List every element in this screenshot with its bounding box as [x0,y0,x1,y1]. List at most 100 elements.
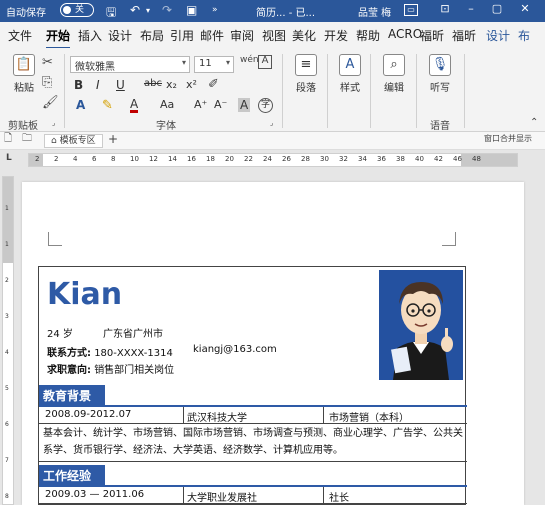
char-border-icon[interactable]: A [258,55,272,69]
format-painter-icon[interactable]: 🖌 [42,96,59,109]
tab-2[interactable]: 插入 [78,27,102,44]
phonetic-guide-icon[interactable]: wén [240,56,259,65]
styles-button[interactable]: A 样式 [330,54,370,94]
paste-button[interactable]: 📋 粘贴 [4,54,44,94]
char-shading-button[interactable]: A [238,98,251,112]
ruler-tick-label: 20 [225,155,234,163]
clear-format-icon[interactable]: ✐ [208,78,219,91]
tab-12[interactable]: ACRO [388,27,422,41]
tab-13[interactable]: 福昕 [420,27,444,44]
maximize-icon[interactable]: ▢ [488,2,506,18]
microphone-icon: 🎙 [429,54,451,76]
font-color-button[interactable]: A [130,98,139,113]
ruler-tick-label: 22 [244,155,253,163]
redo-icon[interactable]: ↷ [162,3,172,17]
tab-8[interactable]: 视图 [262,27,286,44]
text-effects-button[interactable]: A [76,98,85,112]
bold-button[interactable]: B [74,78,83,92]
undo-dropdown-icon[interactable]: ▾ [146,6,150,15]
close-icon[interactable]: ✕ [516,2,534,18]
document-page[interactable]: Kian 24 岁 广东省广州市 联系方式: 180-XXXX-1314 kia… [22,182,524,505]
margin-corner-mark [48,232,62,246]
autosave-state: 关 [75,5,85,15]
vertical-ruler[interactable]: 1 1 2 3 4 5 6 7 8 [2,176,14,505]
tab-5[interactable]: 引用 [170,27,194,44]
tab-3[interactable]: 设计 [108,27,132,44]
undo-icon[interactable]: ↶ [130,3,140,17]
enclose-char-button[interactable]: 字 [258,98,273,113]
autosave-toggle[interactable]: 关 [60,3,94,17]
present-icon[interactable]: ▣ [186,3,197,17]
add-tab-button[interactable]: + [108,133,118,145]
highlight-icon[interactable]: ✎ [102,99,113,112]
paragraph-button[interactable]: ≡ 段落 [286,54,326,94]
dictate-button[interactable]: 🎙 听写 [420,54,460,94]
work-period: 2009.03 — 2011.06 [45,489,145,500]
collapse-ribbon-icon[interactable]: ⌃ [530,118,538,128]
underline-button[interactable]: U [116,78,125,92]
vruler-margin-top [3,177,13,263]
ruler-tick-label: 36 [377,155,386,163]
tab-10[interactable]: 开发 [324,27,348,44]
tab-9[interactable]: 美化 [292,27,316,44]
account-icon[interactable]: ▭ [404,4,418,16]
grow-font-button[interactable]: A⁺ [194,98,207,111]
toggle-knob [63,6,71,14]
ruler-tick-label: 32 [339,155,348,163]
resume-table[interactable]: Kian 24 岁 广东省广州市 联系方式: 180-XXXX-1314 kia… [38,266,467,505]
ribbon: 📋 粘贴 ✂ ⎘ 🖌 剪贴板 ⌟ 微软雅黑 ▾ 11 ▾ wén A B I U… [0,48,545,132]
ruler-tick-label: 48 [472,155,481,163]
tab-7[interactable]: 审阅 [230,27,254,44]
font-size-select[interactable]: 11 ▾ [194,56,234,73]
ruler-tick-label: 40 [415,155,424,163]
save-icon[interactable]: 🖫 [106,3,116,24]
template-tab[interactable]: ⌂ 模板专区 [44,134,103,148]
font-launcher-icon[interactable]: ⌟ [270,120,273,127]
tab-4[interactable]: 布局 [140,27,164,44]
tab-stop-selector[interactable]: L [6,154,12,163]
age-value: 24 岁 [47,329,73,340]
resume-name: Kian [47,277,123,312]
ruler-track[interactable]: 2 2 4 6 8 10 12 14 16 18 20 22 24 26 28 30 32 34 36 38 40 42 4… [28,153,518,167]
shrink-font-button[interactable]: A⁻ [214,98,227,111]
clipboard-icon: 📋 [13,54,35,76]
document-tab-strip: 🗋 🗀 ⌂ 模板专区 + 窗口合并显示 [0,132,545,150]
ruler-tick-label: 38 [396,155,405,163]
new-doc-icon[interactable]: 🗋 [4,134,12,144]
ruler-tick-label: 10 [130,155,139,163]
tab-14[interactable]: 福昕 [452,27,476,44]
search-icon: ⌕ [383,54,405,76]
cut-icon[interactable]: ✂ [42,56,53,69]
tab-16[interactable]: 布 [518,27,530,44]
tab-15[interactable]: 设计 [486,27,510,44]
voice-group-label: 语音 [430,121,450,132]
work-row[interactable]: 2009.03 — 2011.06 大学职业发展社 社长 [39,487,467,504]
tab-11[interactable]: 帮助 [356,27,380,44]
paragraph-label: 段落 [296,83,316,94]
autosave-label: 自动保存 [6,8,46,19]
change-case-button[interactable]: Aa [160,98,174,111]
superscript-button[interactable]: x² [186,78,197,91]
minimize-icon[interactable]: – [462,2,480,18]
work-section-header: 工作经验 [39,465,467,487]
italic-button[interactable]: I [96,78,100,92]
copy-icon[interactable]: ⎘ [42,76,52,89]
strikethrough-button[interactable]: abc [144,78,162,89]
education-row[interactable]: 2008.09-2012.07 武汉科技大学 市场营销（本科） [39,407,467,424]
folder-icon[interactable]: 🗀 [22,134,32,144]
tab-1[interactable]: 开始 [46,27,71,49]
subscript-button[interactable]: x₂ [166,78,177,91]
qat-more-icon[interactable]: » [212,5,218,15]
editing-button[interactable]: ⌕ 编辑 [374,54,414,94]
separator [282,54,283,128]
work-org: 大学职业发展社 [187,493,257,504]
tab-0[interactable]: 文件 [8,27,32,44]
tab-6[interactable]: 邮件 [200,27,224,44]
profile-photo[interactable] [379,270,463,380]
vruler-tick-label: 4 [5,349,9,356]
ribbon-display-icon[interactable]: ⊡ [436,2,454,18]
user-name[interactable]: 品莹 梅 [358,4,391,19]
merge-window-label[interactable]: 窗口合并显示 [484,135,532,143]
clipboard-launcher-icon[interactable]: ⌟ [52,120,55,127]
font-name-select[interactable]: 微软雅黑 ▾ [70,56,190,73]
